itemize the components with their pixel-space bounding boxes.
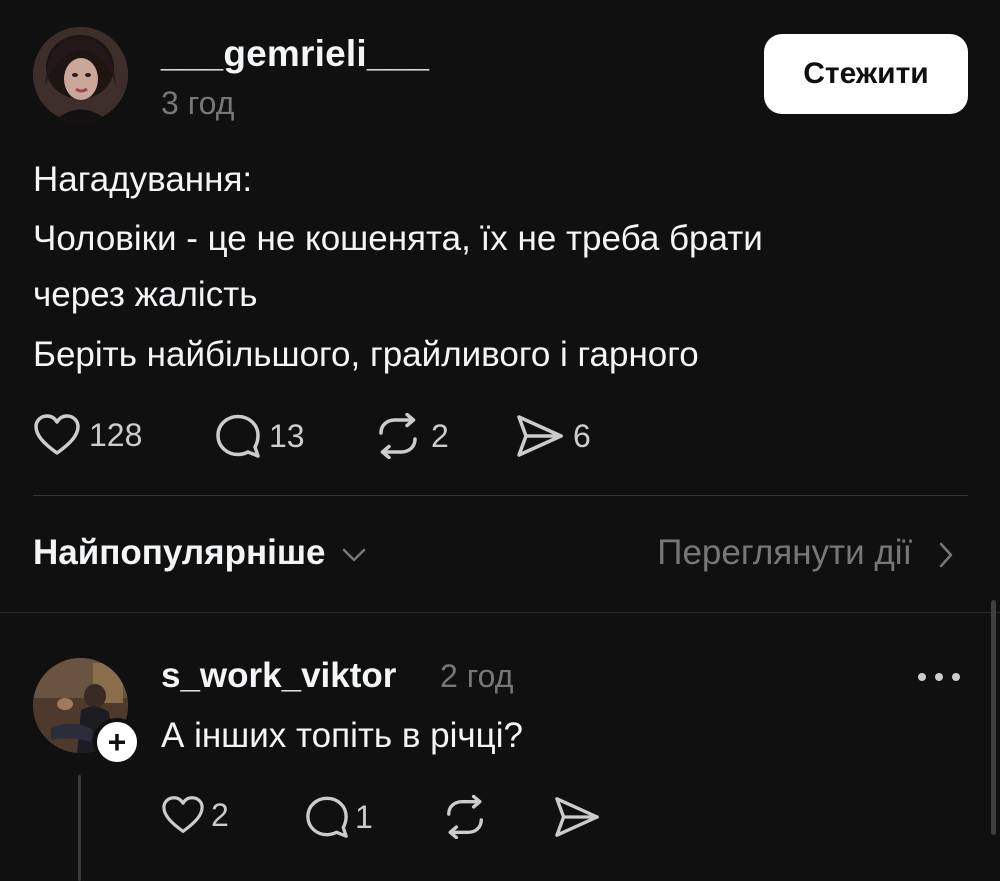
repost-icon xyxy=(379,413,417,459)
post-timestamp: 3 год xyxy=(161,85,235,121)
heart-icon xyxy=(162,796,204,833)
post-comment-button[interactable]: 13 xyxy=(215,413,305,459)
post-author-username[interactable]: ___gemrieli___ xyxy=(161,33,429,75)
thread-line xyxy=(78,775,81,881)
reply-author-username[interactable]: s_work_viktor xyxy=(161,656,396,696)
paper-plane-icon xyxy=(555,797,599,837)
post-comment-count: 13 xyxy=(269,417,305,454)
reply-text: А інших топіть в річці? xyxy=(161,716,523,755)
post-text-line-1: Нагадування: xyxy=(33,160,253,199)
speech-bubble-icon xyxy=(306,796,348,838)
more-dots-icon xyxy=(935,673,943,681)
reply-share-button[interactable] xyxy=(553,795,601,839)
repost-icon xyxy=(447,795,483,839)
more-dots-icon xyxy=(918,673,926,681)
post-repost-button[interactable]: 2 xyxy=(373,413,449,459)
reply-repost-button[interactable] xyxy=(441,795,489,839)
reply-like-count: 2 xyxy=(211,796,229,833)
post-share-button[interactable]: 6 xyxy=(515,413,591,459)
speech-bubble-icon xyxy=(216,414,260,458)
scrollbar[interactable] xyxy=(991,600,996,835)
post-like-button[interactable]: 128 xyxy=(33,413,142,457)
follow-plus-button[interactable]: + xyxy=(93,718,141,766)
post-like-count: 128 xyxy=(89,416,143,453)
follow-button[interactable]: Стежити xyxy=(764,34,968,114)
paper-plane-icon xyxy=(517,415,563,457)
more-options-button[interactable] xyxy=(918,665,960,689)
post-text-line-3: через жалість xyxy=(33,275,258,314)
view-activity-label: Переглянути дії xyxy=(657,533,913,572)
chevron-down-icon xyxy=(342,548,366,561)
reply-comment-count: 1 xyxy=(355,798,373,835)
view-activity-link[interactable]: Переглянути дії xyxy=(657,533,954,573)
post-text-line-4: Беріть найбільшого, грайливого і гарного xyxy=(33,335,699,374)
reply-like-button[interactable]: 2 xyxy=(161,795,229,835)
post-repost-count: 2 xyxy=(431,417,449,454)
post-author-avatar[interactable] xyxy=(33,27,128,122)
replies-header-divider xyxy=(0,612,1000,613)
post-text-line-2: Чоловіки - це не кошенята, їх не треба б… xyxy=(33,219,763,258)
sort-label: Найпопулярніше xyxy=(33,533,326,572)
reply-timestamp: 2 год xyxy=(440,658,514,694)
sort-dropdown[interactable]: Найпопулярніше xyxy=(33,533,367,573)
heart-icon xyxy=(34,414,80,455)
chevron-right-icon xyxy=(939,542,953,567)
reply-comment-button[interactable]: 1 xyxy=(305,795,373,839)
post-divider xyxy=(33,495,968,496)
post-share-count: 6 xyxy=(573,417,591,454)
avatar-image xyxy=(33,27,128,122)
more-dots-icon xyxy=(952,673,960,681)
